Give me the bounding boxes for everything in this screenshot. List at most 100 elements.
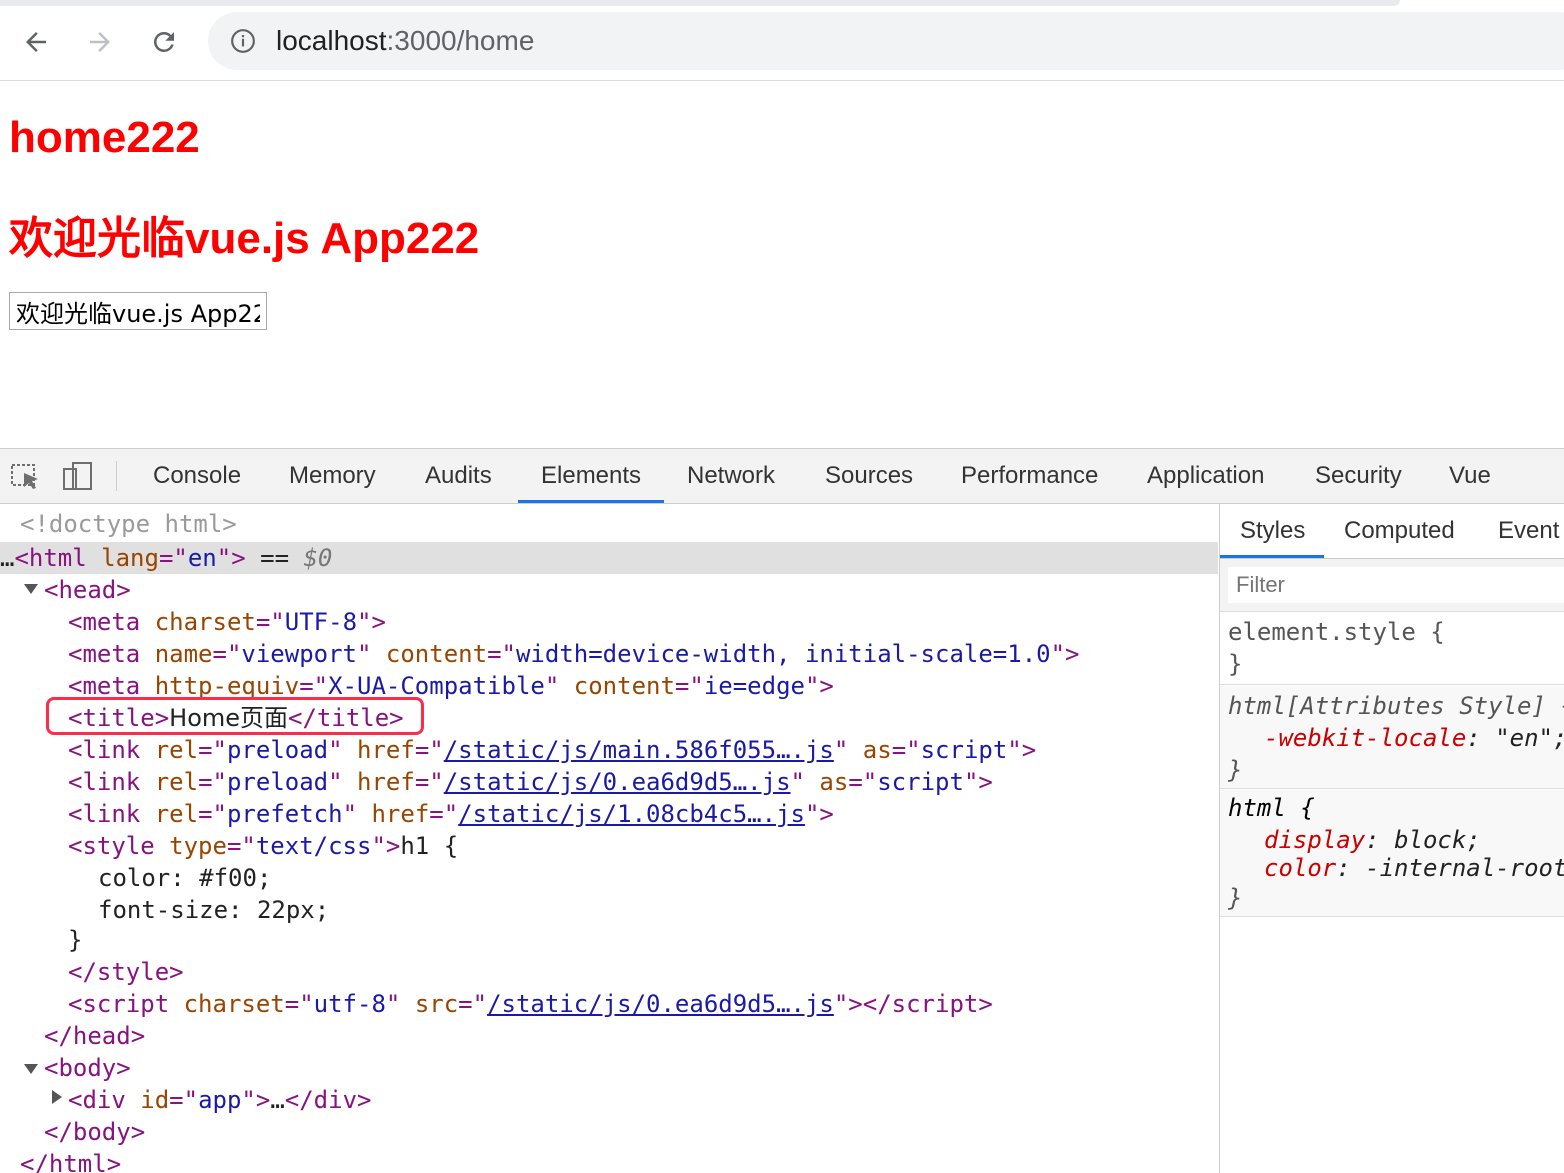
- sidebar-tab-event[interactable]: Event: [1498, 504, 1559, 558]
- device-toolbar-icon[interactable]: [60, 459, 96, 495]
- style-font-size-decl: font-size: 22px;: [98, 896, 330, 924]
- dom-meta-charset[interactable]: <meta charset="UTF-8">: [68, 606, 386, 638]
- meta-http-equiv-val: X-UA-Compatible: [328, 672, 545, 700]
- html-tag: html: [28, 544, 87, 572]
- attr-style-selector: html[Attributes Style] {: [1228, 692, 1564, 720]
- sidebar-tab-styles[interactable]: Styles: [1240, 504, 1305, 558]
- url-text[interactable]: localhost:3000/home: [276, 25, 534, 57]
- dom-doctype[interactable]: <!doctype html>: [20, 508, 237, 540]
- dom-html-node[interactable]: …<html lang="en"> == $0: [0, 542, 332, 574]
- styles-sidebar: Styles Computed Event Filter element.sty…: [1219, 504, 1564, 1173]
- dom-style-line2: font-size: 22px;: [98, 894, 329, 926]
- back-button[interactable]: [16, 22, 56, 62]
- tab-network[interactable]: Network: [687, 449, 775, 503]
- meta-name-attr: name: [154, 640, 213, 668]
- tab-performance[interactable]: Performance: [961, 449, 1098, 503]
- head-tag: head: [58, 576, 117, 604]
- head-expand-icon[interactable]: [24, 584, 38, 594]
- tab-strip: [0, 0, 1400, 6]
- meta-charset-attr: charset: [154, 608, 256, 636]
- dom-html-close[interactable]: </html>: [20, 1148, 121, 1173]
- html-rule-selector: html {: [1228, 794, 1315, 822]
- dom-div-app[interactable]: <div id="app">…</div>: [68, 1084, 371, 1116]
- arrow-right-icon: [90, 32, 110, 52]
- lang-attr: lang: [101, 544, 159, 572]
- doctype-text: <!doctype html>: [20, 510, 237, 538]
- link2-href[interactable]: /static/js/0.ea6d9d5….js: [444, 768, 791, 796]
- tab-memory[interactable]: Memory: [289, 449, 376, 503]
- script-src[interactable]: /static/js/0.ea6d9d5….js: [487, 990, 834, 1018]
- link1-rel: preload: [226, 736, 329, 764]
- dom-head-close[interactable]: </head>: [44, 1020, 145, 1052]
- body-expand-icon[interactable]: [24, 1064, 38, 1074]
- dom-style-line1: color: #f00;: [98, 862, 271, 894]
- styles-filter-input[interactable]: Filter: [1228, 567, 1564, 603]
- forward-button[interactable]: [80, 22, 120, 62]
- elements-tree: <!doctype html> …<html lang="en"> == $0 …: [0, 504, 1218, 1173]
- meta-name-val: viewport: [241, 640, 357, 668]
- rule-html-attributes[interactable]: html[Attributes Style] { -webkit-locale:…: [1220, 686, 1564, 789]
- address-bar[interactable]: localhost:3000/home: [208, 12, 1564, 70]
- dollar-zero: $0: [303, 544, 333, 572]
- rule-element-style[interactable]: element.style { }: [1220, 612, 1564, 685]
- dom-script[interactable]: <script charset="utf-8" src="/static/js/…: [68, 988, 993, 1020]
- meta-content-attr-2: content: [573, 672, 675, 700]
- url-host: localhost: [276, 25, 387, 56]
- div-id-val: app: [198, 1086, 242, 1114]
- tab-application[interactable]: Application: [1147, 449, 1264, 503]
- dom-style-close[interactable]: </style>: [68, 956, 184, 988]
- style-selector: h1 {: [400, 832, 459, 860]
- title-highlight-box: [46, 697, 424, 735]
- sidebar-tab-computed[interactable]: Computed: [1344, 504, 1455, 558]
- color-val: -internal-root-color;: [1365, 854, 1564, 882]
- link2-as: script: [877, 768, 964, 796]
- sidebar-active-indicator: [1220, 555, 1324, 558]
- tab-console[interactable]: Console: [153, 449, 241, 503]
- reload-button[interactable]: [144, 22, 184, 62]
- inspect-element-icon[interactable]: [8, 459, 44, 495]
- dom-body-node[interactable]: <body>: [44, 1052, 131, 1084]
- welcome-input[interactable]: [9, 292, 267, 330]
- rule-html[interactable]: html { display: block; color: -internal-…: [1220, 790, 1564, 917]
- lang-val: en: [187, 544, 217, 572]
- link1-as: script: [920, 736, 1008, 764]
- tab-security[interactable]: Security: [1315, 449, 1402, 503]
- tab-audits[interactable]: Audits: [425, 449, 492, 503]
- dom-head-node[interactable]: <head>: [44, 574, 131, 606]
- link2-rel: preload: [226, 768, 329, 796]
- node-ellipsis: …: [0, 544, 15, 572]
- dom-meta-viewport[interactable]: <meta name="viewport" content="width=dev…: [68, 638, 1080, 670]
- devtools-panel: Console Memory Audits Elements Network S…: [0, 448, 1564, 1173]
- element-style-close: }: [1228, 650, 1243, 678]
- browser-toolbar: localhost:3000/home: [0, 0, 1564, 81]
- div-collapse-icon[interactable]: [52, 1090, 62, 1104]
- tabbar-separator: [116, 461, 117, 491]
- tab-sources[interactable]: Sources: [825, 449, 913, 503]
- url-path: :3000/home: [386, 25, 535, 56]
- filter-row: Filter: [1220, 559, 1564, 612]
- link3-rel: prefetch: [226, 800, 343, 828]
- attr-style-close: }: [1228, 756, 1243, 784]
- arrow-left-icon: [26, 32, 46, 52]
- link3-href[interactable]: /static/js/1.08cb4c5….js: [458, 800, 805, 828]
- style-type-val: text/css: [255, 832, 372, 860]
- dom-link-prefetch[interactable]: <link rel="prefetch" href="/static/js/1.…: [68, 798, 834, 830]
- eq-sign: ==: [245, 544, 304, 572]
- dom-link-preload-main[interactable]: <link rel="preload" href="/static/js/mai…: [68, 734, 1036, 766]
- element-style-selector: element.style {: [1228, 618, 1445, 646]
- display-prop: display: [1264, 826, 1366, 854]
- tab-vue[interactable]: Vue: [1449, 449, 1491, 503]
- welcome-heading: 欢迎光临vue.js App222: [9, 214, 480, 263]
- color-decl: color: -internal-root-color;: [1264, 852, 1564, 884]
- meta-content-val-2: ie=edge: [703, 672, 805, 700]
- info-icon[interactable]: [230, 28, 256, 54]
- dom-body-close[interactable]: </body>: [44, 1116, 145, 1148]
- sidebar-tabbar: Styles Computed Event: [1220, 504, 1564, 559]
- dom-style-brace: }: [68, 924, 82, 956]
- dom-style-open[interactable]: <style type="text/css">h1 {: [68, 830, 458, 862]
- dom-link-preload-0[interactable]: <link rel="preload" href="/static/js/0.e…: [68, 766, 993, 798]
- link1-href[interactable]: /static/js/main.586f055….js: [444, 736, 834, 764]
- tab-elements[interactable]: Elements: [541, 449, 641, 503]
- meta-http-equiv-attr: http-equiv: [154, 672, 300, 700]
- div-ellipsis: …: [270, 1086, 285, 1114]
